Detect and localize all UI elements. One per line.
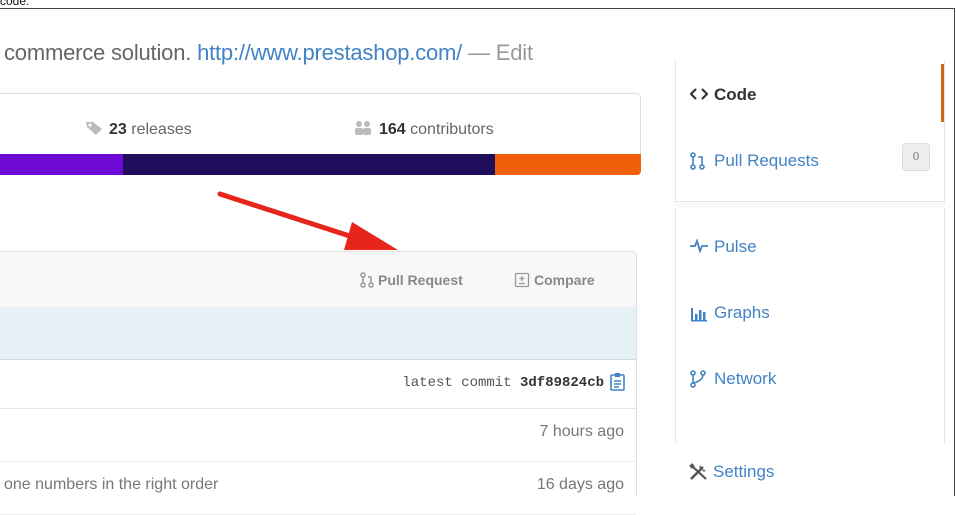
file-navigation-header: Pull Request Compare [0,252,636,308]
file-row[interactable]: 7 hours ago [0,409,636,462]
language-segment-1 [0,154,123,175]
sidebar-item-pulse[interactable]: Pulse [676,218,944,278]
language-bar[interactable] [0,154,641,175]
commit-age: 16 days ago [536,476,624,493]
compare-button[interactable]: Compare [514,272,595,288]
pull-request-counter: 0 [902,143,930,171]
sidebar-item-settings[interactable]: Settings [675,443,945,503]
releases-count: 23 [109,121,127,138]
repo-description: commerce solution. http://www.prestashop… [4,40,533,66]
description-text: commerce solution. [4,40,192,65]
file-browser: Pull Request Compare latest commit 3df89… [0,251,637,515]
cropped-caption: code: [0,0,30,8]
pull-request-label: Pull Request [378,272,463,288]
tag-icon [86,122,102,135]
sidebar-group-code: Code Pull Requests 0 [675,60,945,202]
pull-request-icon [360,272,374,288]
commit-hash-link[interactable]: 3df89824cb [520,375,604,391]
releases-stat[interactable]: 23 releases [85,120,192,139]
commit-message[interactable]: one numbers in the right order [4,476,218,494]
sidebar-item-label: Pull Requests [714,151,819,170]
compare-icon [514,272,530,288]
compare-label: Compare [534,272,595,288]
settings-icon [689,463,709,486]
sidebar-group-admin: Settings [675,443,945,503]
pulse-icon [690,238,708,259]
language-segment-3 [495,154,641,175]
sidebar-item-label: Settings [713,462,775,481]
latest-commit: latest commit 3df89824cb [402,375,604,391]
code-icon [689,86,709,107]
sidebar-item-network[interactable]: Network [676,350,944,410]
pull-request-icon [690,152,706,175]
graph-icon [690,304,708,327]
commit-tease-strip [0,307,636,360]
pull-request-button[interactable]: Pull Request [360,272,463,288]
homepage-link[interactable]: http://www.prestashop.com/ [197,40,462,65]
network-icon [690,370,706,393]
contributors-count: 164 [379,121,406,138]
file-row[interactable]: one numbers in the right order 16 days a… [0,462,636,515]
contributors-stat[interactable]: 164 contributors [353,120,494,139]
releases-label: releases [131,121,192,138]
contributors-label: contributors [410,121,494,138]
sidebar-item-graphs[interactable]: Graphs [676,284,944,344]
repo-sidebar: Code Pull Requests 0 Pulse Graphs Networ… [675,60,945,503]
clipboard-icon[interactable] [608,372,628,392]
latest-commit-label: latest commit [402,375,512,391]
separator: — [468,40,490,65]
sidebar-group-insights: Pulse Graphs Network [675,208,945,478]
latest-commit-row: latest commit 3df89824cb [0,360,636,409]
edit-description-link[interactable]: Edit [496,40,533,65]
sidebar-item-label: Pulse [714,237,757,256]
sidebar-item-label: Graphs [714,303,770,322]
sidebar-item-code[interactable]: Code [676,66,944,126]
organization-icon [355,121,371,135]
sidebar-item-label: Code [714,85,757,104]
language-segment-2 [123,154,495,175]
sidebar-item-label: Network [714,369,777,388]
commit-age: 7 hours ago [539,423,624,440]
